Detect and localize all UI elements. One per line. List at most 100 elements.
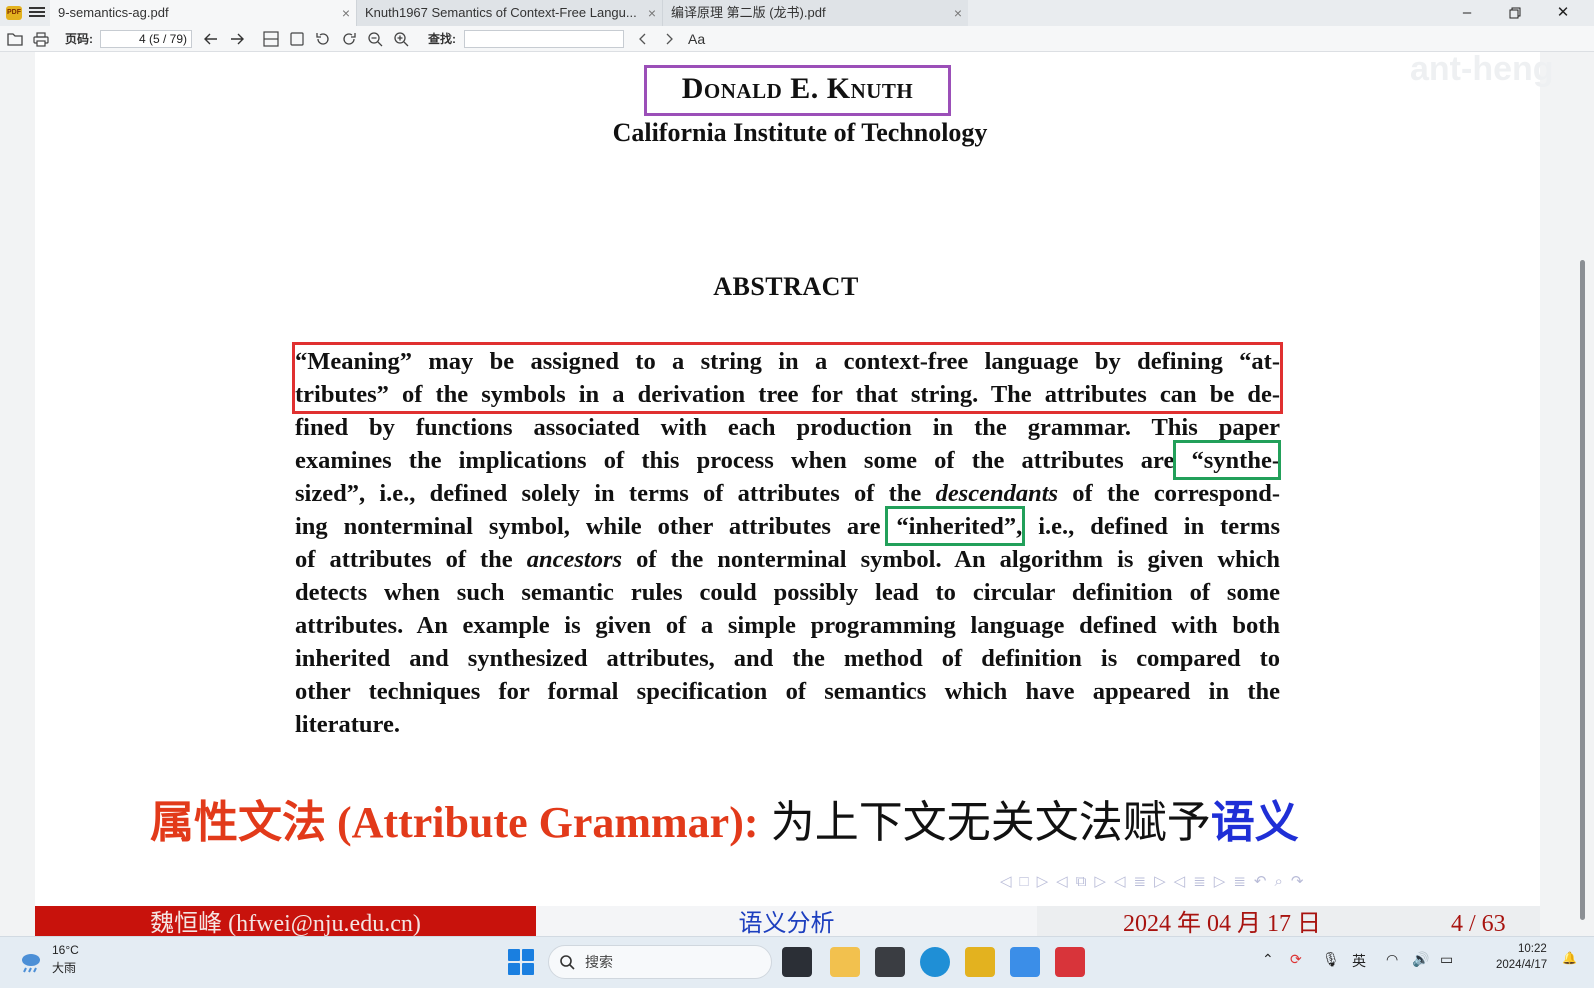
find-next-icon[interactable] bbox=[660, 30, 678, 48]
abstract-italic-term: descendants bbox=[935, 480, 1059, 507]
close-window-icon[interactable]: ✕ bbox=[1540, 0, 1586, 26]
highlight-box-red bbox=[292, 342, 1283, 414]
tab-dragon-book[interactable]: 编译原理 第二版 (龙书).pdf × bbox=[662, 0, 968, 26]
abstract-text: detects when such semantic rules could p… bbox=[295, 579, 1280, 606]
paper-institution: California Institute of Technology bbox=[612, 118, 988, 147]
abstract-line: inherited and synthesized attributes, an… bbox=[295, 642, 1280, 675]
beamer-nav-icon[interactable]: ≣ bbox=[1193, 873, 1206, 890]
title-bar: PDF 9-semantics-ag.pdf × Knuth1967 Seman… bbox=[0, 0, 1594, 26]
beamer-nav-icon[interactable]: ▷ bbox=[1154, 873, 1166, 890]
ime-indicator[interactable]: 英 bbox=[1352, 951, 1366, 971]
find-label: 查找: bbox=[428, 32, 456, 46]
abstract-line: sized”, i.e., defined solely in terms of… bbox=[295, 477, 1280, 510]
rotate-left-icon[interactable] bbox=[314, 30, 332, 48]
next-page-icon[interactable] bbox=[228, 30, 246, 48]
tab-close-icon[interactable]: × bbox=[342, 0, 350, 26]
abstract-text: of attributes of the bbox=[295, 546, 527, 573]
tab-close-icon[interactable]: × bbox=[648, 0, 656, 26]
tab-9-semantics-ag[interactable]: 9-semantics-ag.pdf × bbox=[50, 0, 356, 26]
beamer-nav-icon[interactable]: ▷ bbox=[1094, 873, 1106, 890]
beamer-nav-icon[interactable]: ↶ bbox=[1254, 873, 1267, 890]
rotate-right-icon[interactable] bbox=[340, 30, 358, 48]
beamer-nav-icon[interactable]: ≣ bbox=[1233, 873, 1246, 890]
abstract-text: other techniques for formal specificatio… bbox=[295, 678, 1280, 705]
beamer-nav-icon[interactable]: □ bbox=[1020, 873, 1029, 890]
taskbar-search[interactable]: 搜索 bbox=[548, 945, 772, 979]
abstract-text: attributes. An example is given of a sim… bbox=[295, 612, 1280, 639]
previous-page-icon[interactable] bbox=[202, 30, 220, 48]
restore-icon[interactable] bbox=[1492, 0, 1538, 26]
search-icon bbox=[560, 955, 575, 970]
abstract-heading: ABSTRACT bbox=[713, 272, 859, 301]
notification-bell-icon[interactable]: 🔔 bbox=[1562, 951, 1577, 965]
zoom-out-icon[interactable] bbox=[366, 30, 384, 48]
open-folder-icon[interactable] bbox=[6, 30, 24, 48]
vertical-scrollbar[interactable] bbox=[1578, 52, 1586, 936]
beamer-nav-icon[interactable]: ▷ bbox=[1037, 873, 1049, 890]
tab-label: 9-semantics-ag.pdf bbox=[58, 5, 169, 20]
beamer-nav-icon[interactable]: ◁ bbox=[1114, 873, 1126, 890]
find-input[interactable] bbox=[464, 30, 624, 48]
photos-app-icon[interactable] bbox=[1010, 947, 1040, 977]
task-view-icon[interactable] bbox=[782, 947, 812, 977]
beamer-nav-icon[interactable]: ⧉ bbox=[1076, 873, 1087, 890]
abstract-line: examines the implications of this proces… bbox=[295, 444, 1280, 477]
pdf-app-icon: PDF bbox=[6, 6, 22, 20]
tab-knuth1967[interactable]: Knuth1967 Semantics of Context-Free Lang… bbox=[356, 0, 662, 26]
abstract-text: examines the implications of this proces… bbox=[295, 447, 1280, 474]
stack-app-icon[interactable] bbox=[875, 947, 905, 977]
tab-close-icon[interactable]: × bbox=[954, 0, 962, 26]
beamer-nav-icon[interactable]: ↷ bbox=[1291, 873, 1304, 890]
ide-app-icon[interactable] bbox=[1055, 947, 1085, 977]
fit-width-icon[interactable] bbox=[262, 30, 280, 48]
tray-overflow-chevron-icon[interactable]: ⌃ bbox=[1262, 951, 1274, 968]
weather-description[interactable]: 大雨 bbox=[52, 959, 76, 976]
beamer-nav-icon[interactable]: ⌕ bbox=[1274, 873, 1282, 890]
search-placeholder: 搜索 bbox=[585, 954, 613, 970]
microphone-icon[interactable]: 🎙 bbox=[1322, 951, 1340, 968]
tab-label: 编译原理 第二版 (龙书).pdf bbox=[671, 5, 826, 20]
slide-title: 属性文法 (Attribute Grammar): 为上下文无关文法赋予语义 bbox=[150, 795, 1450, 851]
zoom-in-icon[interactable] bbox=[392, 30, 410, 48]
scrollbar-thumb[interactable] bbox=[1580, 260, 1585, 920]
volume-icon[interactable]: 🔊 bbox=[1412, 951, 1429, 968]
print-icon[interactable] bbox=[32, 30, 50, 48]
weather-temperature[interactable]: 16°C bbox=[52, 943, 79, 957]
minimize-icon[interactable]: – bbox=[1444, 0, 1490, 26]
abstract-text: inherited and synthesized attributes, an… bbox=[295, 645, 1280, 672]
clock-time[interactable]: 10:22 bbox=[1518, 943, 1547, 955]
abstract-line: attributes. An example is given of a sim… bbox=[295, 609, 1280, 642]
match-case-toggle[interactable]: Aa bbox=[688, 26, 705, 52]
watermark: ant-heng bbox=[1410, 50, 1554, 88]
beamer-nav-icon[interactable]: ◁ bbox=[1000, 873, 1012, 890]
page-number-input[interactable]: 4 (5 / 79) bbox=[100, 30, 192, 48]
paper-author: Donald E. Knuth bbox=[681, 72, 914, 105]
hamburger-menu-icon[interactable] bbox=[28, 5, 46, 21]
windows-start-icon[interactable] bbox=[508, 949, 534, 975]
abstract-text: literature. bbox=[295, 711, 400, 738]
highlight-box-inherited bbox=[885, 506, 1025, 546]
beamer-nav-icon[interactable]: ≣ bbox=[1134, 873, 1147, 890]
wifi-icon[interactable]: ◠ bbox=[1386, 951, 1398, 968]
fit-page-icon[interactable] bbox=[288, 30, 306, 48]
abstract-text: fined by functions associated with each … bbox=[295, 414, 1280, 441]
clock-date[interactable]: 2024/4/17 bbox=[1496, 959, 1547, 971]
abstract-text: ing nonterminal symbol, while other attr… bbox=[295, 513, 1280, 540]
find-previous-icon[interactable] bbox=[634, 30, 652, 48]
tab-label: Knuth1967 Semantics of Context-Free Lang… bbox=[365, 5, 637, 20]
edge-browser-icon[interactable] bbox=[920, 947, 950, 977]
slide-title-red: 属性文法 (Attribute Grammar): bbox=[150, 798, 759, 847]
beamer-nav-icon[interactable]: ▷ bbox=[1214, 873, 1226, 890]
rain-cloud-icon[interactable] bbox=[18, 949, 44, 975]
abstract-line: detects when such semantic rules could p… bbox=[295, 576, 1280, 609]
windows-taskbar: 16°C 大雨 搜索 ⌃ ⟳ 🎙 英 ◠ 🔊 ▭ 10:22 2024/4/17… bbox=[0, 936, 1594, 988]
sync-icon[interactable]: ⟳ bbox=[1290, 951, 1302, 968]
beamer-navigation[interactable]: ◁ □ ▷ ◁ ⧉ ▷ ◁ ≣ ▷ ◁ ≣ ▷ ≣ ↶ ⌕ ↷ bbox=[1000, 872, 1311, 892]
beamer-nav-icon[interactable]: ◁ bbox=[1174, 873, 1186, 890]
beamer-nav-icon[interactable]: ◁ bbox=[1056, 873, 1068, 890]
file-explorer-icon[interactable] bbox=[830, 947, 860, 977]
pdf-reader-taskbar-icon[interactable] bbox=[965, 947, 995, 977]
battery-icon[interactable]: ▭ bbox=[1440, 951, 1453, 968]
slide-title-blue: 语义 bbox=[1210, 797, 1299, 848]
slide-title-black: 为上下文无关文法赋予 bbox=[770, 797, 1211, 848]
